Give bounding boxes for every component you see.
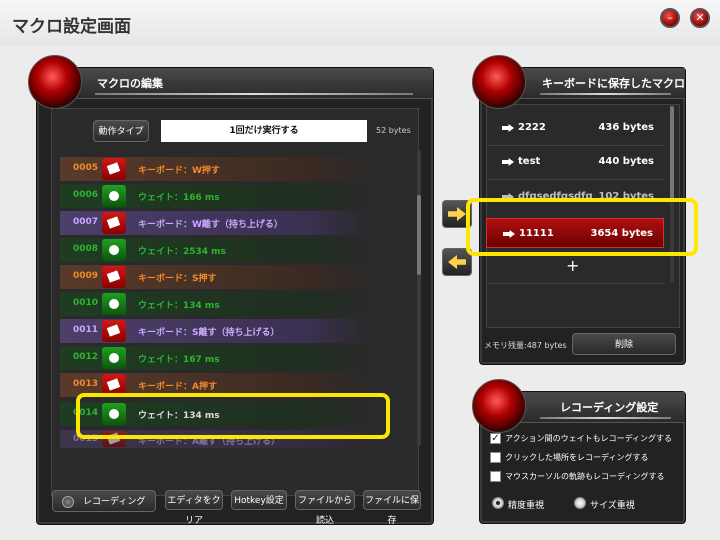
divider xyxy=(488,179,664,180)
clear-editor-button[interactable]: エディタをクリア xyxy=(165,490,223,526)
macro-row[interactable]: 0009 キーボード：S押す xyxy=(60,265,370,289)
keyboard-icon xyxy=(102,320,126,342)
row-text: ウェイト：2534 ms xyxy=(138,247,226,257)
row-number: 0010 xyxy=(73,298,99,308)
highlight-box xyxy=(466,198,698,256)
arrow-right-icon xyxy=(502,124,514,132)
saved-macro-item[interactable]: test 440 bytes xyxy=(486,147,664,177)
macro-row[interactable]: 0011 キーボード：S離す（持ち上げる） xyxy=(60,319,370,343)
macro-row[interactable]: 0008 ウェイト：2534 ms xyxy=(60,238,370,262)
macro-row[interactable]: 0012 ウェイト：167 ms xyxy=(60,346,370,370)
keyboard-icon xyxy=(102,212,126,234)
row-number: 0012 xyxy=(73,352,99,362)
macro-name: test xyxy=(518,156,541,167)
option-label: マウスカーソルの軌跡もレコーディングする xyxy=(505,472,665,481)
arrow-right-icon xyxy=(448,207,466,221)
keyboard-icon xyxy=(102,266,126,288)
clock-icon xyxy=(102,347,126,369)
saved-list-scroll-thumb[interactable] xyxy=(670,106,674,202)
macro-name: 2222 xyxy=(518,122,546,133)
radio-size-label: サイズ重視 xyxy=(590,501,635,511)
row-text: ウェイト：166 ms xyxy=(138,193,220,203)
add-macro-button[interactable]: + xyxy=(566,256,579,275)
saved-orb-icon xyxy=(472,55,526,109)
load-file-button[interactable]: ファイルから読込 xyxy=(295,490,355,526)
row-number: 0009 xyxy=(73,271,99,281)
clock-icon xyxy=(102,239,126,261)
saved-macro-item[interactable]: 2222 436 bytes xyxy=(486,113,664,143)
action-type-button[interactable]: 動作タイプ xyxy=(93,120,149,142)
macro-row[interactable]: 0010 ウェイト：134 ms xyxy=(60,292,370,316)
recording-settings-title: レコーディング設定 xyxy=(560,401,659,414)
macro-size: 440 bytes xyxy=(598,156,654,167)
radio-size[interactable] xyxy=(574,497,586,509)
macro-editor-header: マクロの編集 xyxy=(37,68,433,99)
radio-precision[interactable] xyxy=(492,497,504,509)
keyboard-icon xyxy=(102,158,126,180)
row-text: キーボード：W離す（持ち上げる） xyxy=(138,220,283,230)
macro-list-scroll-thumb[interactable] xyxy=(417,195,421,275)
title-bar: マクロ設定画面 – ✕ xyxy=(0,0,720,46)
option-label: クリックした場所をレコーディングする xyxy=(505,453,649,462)
saved-macros-title: キーボードに保存したマクロ xyxy=(542,77,685,90)
action-type-select[interactable]: 1回だけ実行する xyxy=(161,120,367,142)
row-text: キーボード：S離す（持ち上げる） xyxy=(138,328,280,338)
macro-row[interactable]: 0006 ウェイト：166 ms xyxy=(60,184,370,208)
record-label: レコーディング xyxy=(83,497,146,507)
record-button[interactable]: レコーディング xyxy=(52,490,156,512)
divider xyxy=(488,283,664,284)
row-text: ウェイト：167 ms xyxy=(138,355,220,365)
clock-icon xyxy=(102,185,126,207)
close-button[interactable]: ✕ xyxy=(690,8,710,28)
clock-icon xyxy=(102,293,126,315)
macro-size: 52 bytes xyxy=(376,126,411,135)
header-divider xyxy=(540,93,671,95)
minimize-button[interactable]: – xyxy=(660,8,680,28)
macro-row[interactable]: 0007 キーボード：W離す（持ち上げる） xyxy=(60,211,370,235)
arrow-right-icon xyxy=(502,158,514,166)
memory-remaining: メモリ残量:487 bytes xyxy=(484,341,567,350)
header-divider xyxy=(540,417,671,419)
row-number: 0005 xyxy=(73,163,99,173)
row-number: 0006 xyxy=(73,190,99,200)
recording-orb-icon xyxy=(472,379,526,433)
macro-size: 436 bytes xyxy=(598,122,654,133)
option-label: アクション間のウェイトもレコーディングする xyxy=(505,434,673,443)
row-text: ウェイト：134 ms xyxy=(138,301,220,311)
row-number: 0008 xyxy=(73,244,99,254)
radio-precision-label: 精度重視 xyxy=(508,501,545,511)
row-text: キーボード：A押す xyxy=(138,382,217,392)
arrow-left-icon xyxy=(448,255,466,269)
highlight-box xyxy=(76,393,390,439)
window-title: マクロ設定画面 xyxy=(12,17,131,37)
row-text: キーボード：S押す xyxy=(138,274,217,284)
row-number: 0013 xyxy=(73,379,99,389)
checkbox[interactable] xyxy=(490,452,501,463)
save-file-button[interactable]: ファイルに保存 xyxy=(363,490,421,526)
checkbox-checked[interactable]: ✓ xyxy=(490,433,501,444)
row-number: 0011 xyxy=(73,325,99,335)
macro-editor-title: マクロの編集 xyxy=(97,77,163,90)
hotkey-settings-button[interactable]: Hotkey設定 xyxy=(231,490,287,510)
macro-row[interactable]: 0005 キーボード：W押す xyxy=(60,157,370,181)
divider xyxy=(488,145,664,146)
row-number: 0007 xyxy=(73,217,99,227)
delete-button[interactable]: 削除 xyxy=(572,333,676,355)
editor-orb-icon xyxy=(28,55,82,109)
checkbox[interactable] xyxy=(490,471,501,482)
header-divider xyxy=(95,93,413,95)
record-indicator-icon xyxy=(62,496,74,508)
row-text: キーボード：W押す xyxy=(138,166,220,176)
